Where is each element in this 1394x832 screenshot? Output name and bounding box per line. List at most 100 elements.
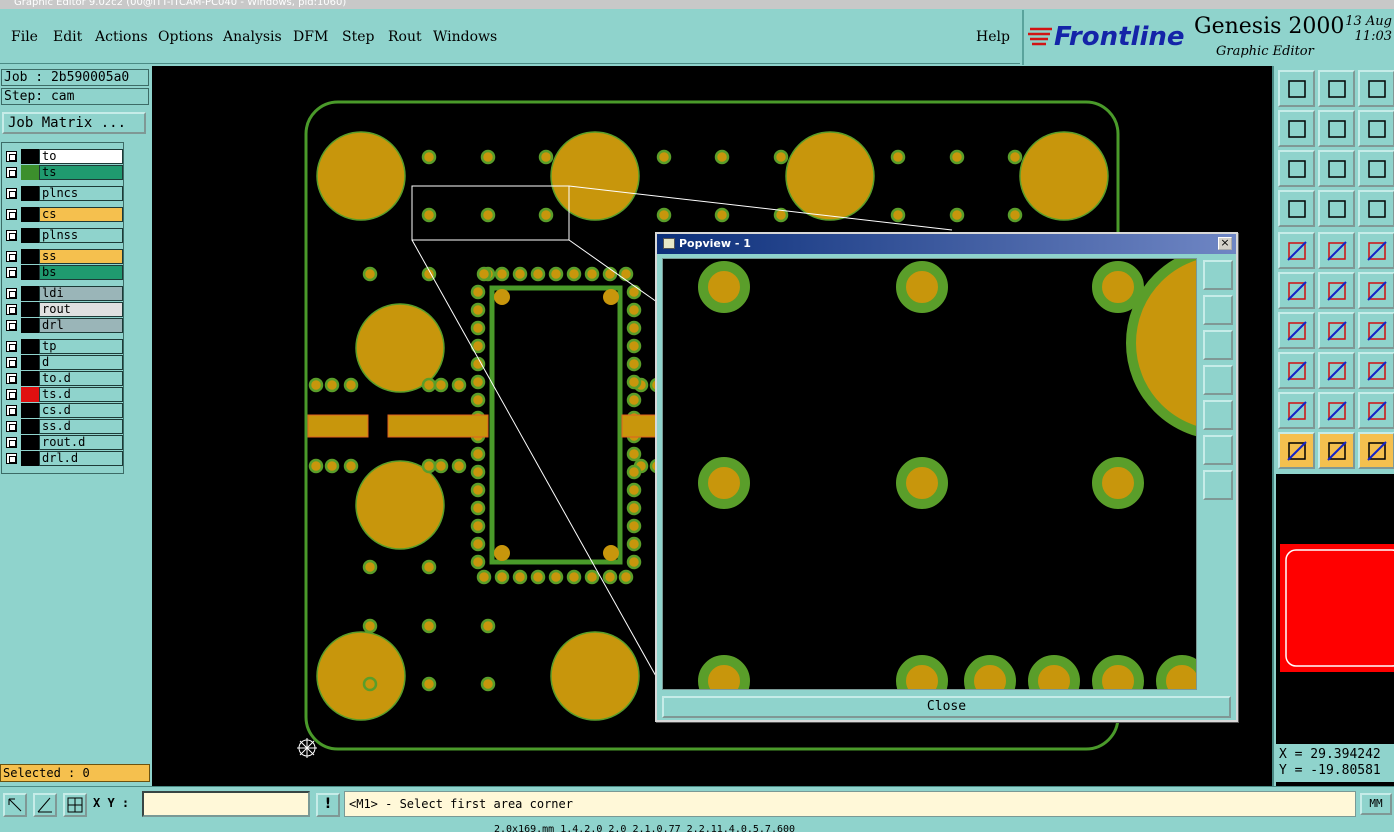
- pick-icon[interactable]: [1318, 432, 1355, 469]
- layer-name[interactable]: to.d: [39, 371, 123, 386]
- measure-icon[interactable]: [1278, 190, 1315, 227]
- zoom-home-icon[interactable]: [1278, 70, 1315, 107]
- center-icon[interactable]: [1318, 150, 1355, 187]
- node-icon[interactable]: [1278, 352, 1315, 389]
- layer-name[interactable]: plnss: [39, 228, 123, 243]
- menu-rout[interactable]: Rout: [388, 29, 422, 45]
- snap-icon[interactable]: [1358, 190, 1394, 227]
- layer-checkbox[interactable]: [6, 341, 17, 352]
- pad-icon[interactable]: [1278, 232, 1315, 269]
- menu-windows[interactable]: Windows: [433, 29, 497, 45]
- zoom-all-icon[interactable]: [1358, 70, 1394, 107]
- layer-checkbox[interactable]: [6, 230, 17, 241]
- layer-name[interactable]: d: [39, 355, 123, 370]
- layer-color-swatch[interactable]: [21, 228, 39, 243]
- layer-name[interactable]: drl: [39, 318, 123, 333]
- layer-name[interactable]: to: [39, 149, 123, 164]
- draw-icon[interactable]: [1318, 312, 1355, 349]
- zoom-in-icon[interactable]: [1318, 70, 1355, 107]
- ratio-icon[interactable]: [1358, 150, 1394, 187]
- layer-checkbox[interactable]: [6, 405, 17, 416]
- resize-icon[interactable]: [1358, 352, 1394, 389]
- menu-dfm[interactable]: DFM: [293, 29, 328, 45]
- menu-analysis[interactable]: Analysis: [223, 29, 282, 45]
- polygon-icon[interactable]: [1318, 392, 1355, 429]
- menu-actions[interactable]: Actions: [95, 29, 148, 45]
- menu-step[interactable]: Step: [342, 29, 374, 45]
- layer-row-plnss[interactable]: plnss: [4, 228, 123, 243]
- popview-zoom-icon[interactable]: [1203, 260, 1233, 290]
- menu-edit[interactable]: Edit: [53, 29, 82, 45]
- layer-name[interactable]: rout.d: [39, 435, 123, 450]
- layer-color-swatch[interactable]: [21, 371, 39, 386]
- menu-help[interactable]: Help: [976, 29, 1010, 45]
- arch-icon[interactable]: [1358, 392, 1394, 429]
- slope-icon[interactable]: [1278, 312, 1315, 349]
- layer-row-bs[interactable]: bs: [4, 265, 123, 280]
- layer-checkbox[interactable]: [6, 437, 17, 448]
- ruler-icon[interactable]: [1358, 232, 1394, 269]
- layer-color-swatch[interactable]: [21, 355, 39, 370]
- popview-up-icon[interactable]: [1203, 295, 1233, 325]
- layer-color-swatch[interactable]: [21, 419, 39, 434]
- menu-options[interactable]: Options: [158, 29, 213, 45]
- layer-row-plncs[interactable]: plncs: [4, 186, 123, 201]
- layer-color-swatch[interactable]: [21, 302, 39, 317]
- layer-row-d[interactable]: d: [4, 355, 123, 370]
- popview-titlebar[interactable]: Popview - 1 ×: [657, 234, 1236, 254]
- layer-color-swatch[interactable]: [21, 339, 39, 354]
- layer-color-swatch[interactable]: [21, 265, 39, 280]
- layer-checkbox[interactable]: [6, 389, 17, 400]
- layer-color-swatch[interactable]: [21, 186, 39, 201]
- layer-name[interactable]: ts: [39, 165, 123, 180]
- layer-color-swatch[interactable]: [21, 286, 39, 301]
- popview-fit-icon[interactable]: [1203, 435, 1233, 465]
- line-icon[interactable]: [1358, 272, 1394, 309]
- popview-canvas[interactable]: [662, 258, 1197, 690]
- layer-row-tp[interactable]: tp: [4, 339, 123, 354]
- layer-name[interactable]: drl.d: [39, 451, 123, 466]
- layer-color-swatch[interactable]: [21, 165, 39, 180]
- grid-icon[interactable]: [1318, 190, 1355, 227]
- menu-file[interactable]: File: [11, 29, 38, 45]
- layer-checkbox[interactable]: [6, 421, 17, 432]
- xy-input[interactable]: [142, 791, 310, 817]
- layer-checkbox[interactable]: [6, 373, 17, 384]
- layer-row-cs-d[interactable]: cs.d: [4, 403, 123, 418]
- layer-name[interactable]: plncs: [39, 186, 123, 201]
- layer-name[interactable]: rout: [39, 302, 123, 317]
- layer-name[interactable]: ss: [39, 249, 123, 264]
- layer-color-swatch[interactable]: [21, 318, 39, 333]
- window-icon[interactable]: [1358, 432, 1394, 469]
- area-icon[interactable]: [1318, 232, 1355, 269]
- arc-icon[interactable]: [1358, 312, 1394, 349]
- layer-row-ss[interactable]: ss: [4, 249, 123, 264]
- layer-row-ts[interactable]: ts: [4, 165, 123, 180]
- close-icon[interactable]: ×: [1218, 237, 1232, 250]
- angle-icon[interactable]: [33, 793, 57, 817]
- layer-checkbox[interactable]: [6, 288, 17, 299]
- layer-name[interactable]: ts.d: [39, 387, 123, 402]
- popview-close-button[interactable]: Close: [662, 696, 1231, 718]
- cross-icon[interactable]: [1318, 272, 1355, 309]
- layer-name[interactable]: tp: [39, 339, 123, 354]
- layer-name[interactable]: ldi: [39, 286, 123, 301]
- layer-row-rout-d[interactable]: rout.d: [4, 435, 123, 450]
- resize-icon[interactable]: [3, 793, 27, 817]
- alert-icon[interactable]: !: [316, 793, 340, 817]
- layer-checkbox[interactable]: [6, 453, 17, 464]
- layer-checkbox[interactable]: [6, 188, 17, 199]
- pan-left-icon[interactable]: [1278, 110, 1315, 147]
- select-icon[interactable]: [1278, 432, 1315, 469]
- layer-name[interactable]: cs: [39, 207, 123, 222]
- layer-row-rout[interactable]: rout: [4, 302, 123, 317]
- layer-row-ss-d[interactable]: ss.d: [4, 419, 123, 434]
- layer-name[interactable]: ss.d: [39, 419, 123, 434]
- segment-icon[interactable]: [1318, 352, 1355, 389]
- layer-color-swatch[interactable]: [21, 249, 39, 264]
- triangle-icon[interactable]: [1278, 392, 1315, 429]
- popview-down-icon[interactable]: [1203, 330, 1233, 360]
- layer-checkbox[interactable]: [6, 357, 17, 368]
- layer-row-cs[interactable]: cs: [4, 207, 123, 222]
- layer-checkbox[interactable]: [6, 304, 17, 315]
